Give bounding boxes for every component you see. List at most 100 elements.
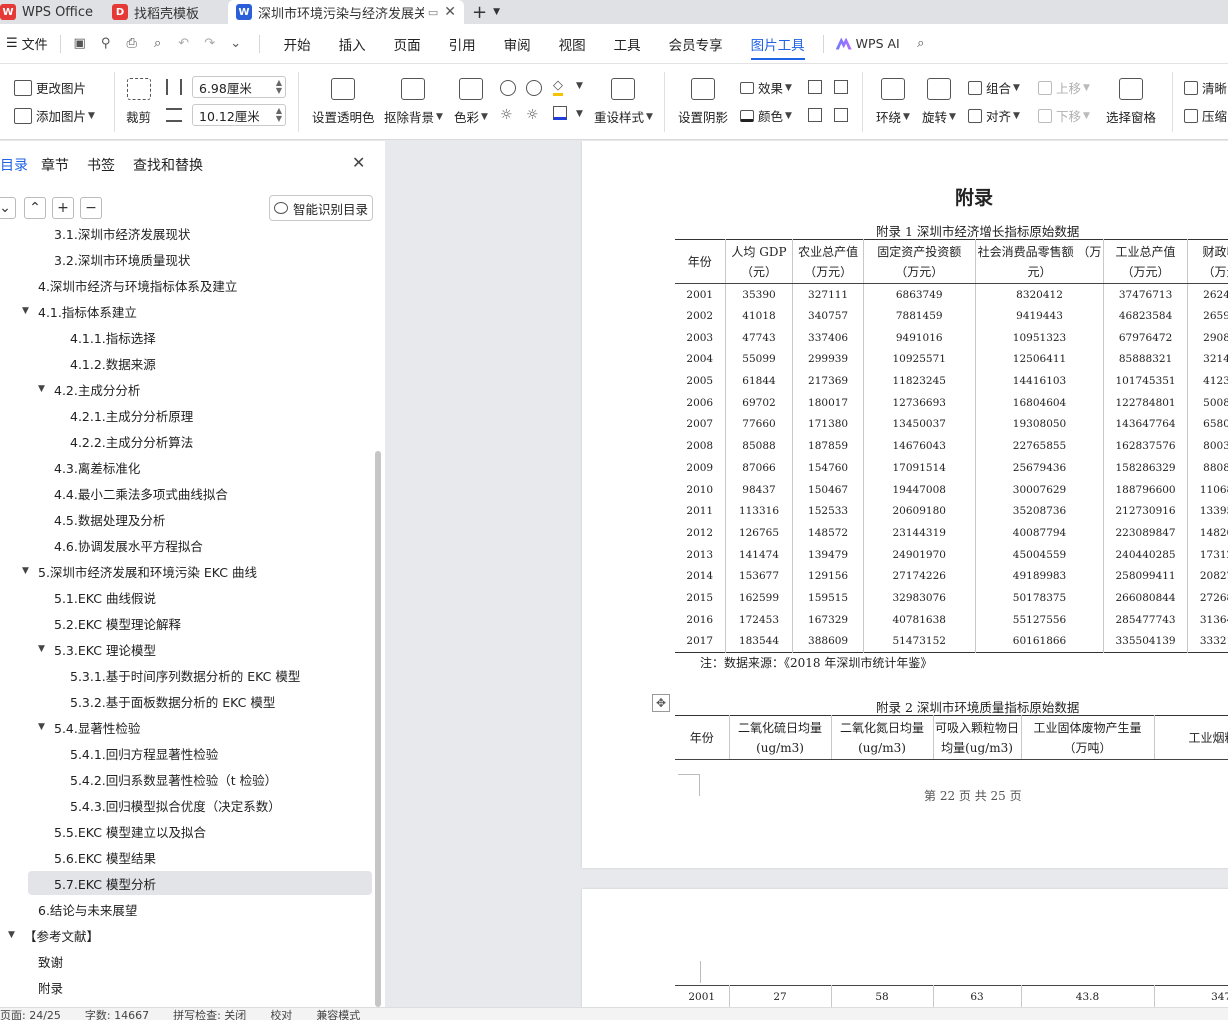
toc-item[interactable]: 4.2.2.主成分分析算法 — [0, 429, 372, 453]
toc-item[interactable]: 5.5.EKC 模型建立以及拟合 — [0, 819, 372, 843]
toc-item[interactable]: 5.6.EKC 模型结果 — [0, 845, 372, 869]
document-page[interactable]: 附录 附录 1 深圳市经济增长指标原始数据 年份 人均 GDP （元） 农业总产值 … — [582, 141, 1228, 868]
toc-item[interactable]: 3.2.深圳市环境质量现状 — [0, 247, 372, 271]
toc-item[interactable]: 4.2.1.主成分分析原理 — [0, 403, 372, 427]
tab-docer-templates[interactable]: D 找稻壳模板 — [104, 0, 228, 24]
toc-item[interactable]: ▼ 【参考文献】 — [0, 923, 372, 947]
width-input[interactable]: 6.98厘米 ▲ ▼ — [192, 76, 286, 98]
reset-style-button[interactable]: 重设样式 ▼ — [594, 78, 653, 126]
sun-dim-icon[interactable]: ☼ — [526, 107, 539, 123]
spinner-icon[interactable]: ▲ ▼ — [276, 79, 282, 95]
tab-view[interactable]: 视图 — [545, 24, 600, 64]
document-page-next[interactable]: 200127586343.83477 — [582, 889, 1228, 1007]
tab-member[interactable]: 会员专享 — [655, 24, 737, 64]
add-entry-button[interactable]: + — [52, 197, 74, 219]
chevron-down-icon[interactable]: ▼ — [576, 109, 583, 119]
toc-item[interactable]: 4.1.2.数据来源 — [0, 351, 372, 375]
toc-item[interactable]: 5.1.EKC 曲线假说 — [0, 585, 372, 609]
spell-check-status[interactable]: 拼写检查: 关闭 — [173, 1008, 246, 1020]
toc-item[interactable]: 5.2.EKC 模型理论解释 — [0, 611, 372, 635]
toc-item[interactable]: 4.4.最小二乘法多项式曲线拟合 — [0, 481, 372, 505]
crop-button[interactable]: 裁剪 — [126, 78, 151, 126]
chevron-down-icon[interactable]: ▼ — [493, 7, 500, 17]
toc-item[interactable]: 6.结论与未来展望 — [0, 897, 372, 921]
redo-icon[interactable]: ↷ — [199, 33, 221, 55]
tab-find-replace[interactable]: 查找和替换 — [133, 155, 203, 175]
environment-data-table[interactable]: 年份 二氧化硫日均量 (ug/m3) 二氧化氮日均量 (ug/m3) 可吸入颗粒物日均… — [675, 715, 1228, 760]
page-indicator[interactable]: 页面: 24/25 — [0, 1008, 61, 1020]
screen-icon[interactable]: ▭ — [428, 6, 438, 19]
toc-item[interactable]: 4.3.离差标准化 — [0, 455, 372, 479]
tab-review[interactable]: 审阅 — [490, 24, 545, 64]
toc-item[interactable]: 4.5.数据处理及分析 — [0, 507, 372, 531]
smart-toc-button[interactable]: 智能识别目录 — [269, 195, 373, 221]
set-transparent-button[interactable]: 设置透明色 — [312, 78, 375, 126]
toc-item[interactable]: 5.3.1.基于时间序列数据分析的 EKC 模型 — [0, 663, 372, 687]
wps-ai-button[interactable]: WPS AI — [828, 36, 908, 51]
file-menu[interactable]: ☰ 文件 — [0, 34, 54, 53]
expand-arrow-icon[interactable]: ▼ — [8, 930, 15, 940]
search-icon[interactable]: ⌕ — [910, 33, 932, 55]
toc-item[interactable]: 4.6.协调发展水平方程拟合 — [0, 533, 372, 557]
toc-item[interactable]: ▼ 4.1.指标体系建立 — [0, 299, 372, 323]
move-up-button[interactable]: ⌃ — [24, 197, 46, 219]
tab-insert[interactable]: 插入 — [325, 24, 380, 64]
document-canvas[interactable]: 附录 附录 1 深圳市经济增长指标原始数据 年份 人均 GDP （元） 农业总产值 … — [386, 141, 1228, 1007]
shadow-up-icon[interactable] — [808, 108, 822, 122]
change-image-button[interactable]: 更改图片 — [14, 78, 86, 97]
clear-button[interactable]: 清晰 — [1184, 78, 1227, 97]
move-down-button[interactable]: 下移 ▼ — [1038, 106, 1090, 125]
chevron-down-icon[interactable]: ▼ — [576, 81, 583, 91]
new-tab-button[interactable]: + ▼ — [464, 0, 508, 24]
economic-data-table[interactable]: 年份 人均 GDP （元） 农业总产值 （万元） 固定资产投资额 （万元） 社会消费品零… — [675, 239, 1228, 653]
align-button[interactable]: 对齐 ▼ — [968, 106, 1020, 125]
effects-button[interactable]: 效果 ▼ — [740, 78, 792, 97]
proofread-button[interactable]: 校对 — [270, 1008, 292, 1020]
share-icon[interactable]: ⚲ — [95, 33, 117, 55]
tab-current-document[interactable]: W 深圳市环境污染与经济发展关 ▭ ✕ — [228, 0, 464, 24]
toc-item[interactable]: ▼ 4.2.主成分分析 — [0, 377, 372, 401]
toc-item[interactable]: ▼ 5.3.EKC 理论模型 — [0, 637, 372, 661]
tab-toc[interactable]: 目录 — [0, 155, 28, 175]
border-color-icon[interactable] — [553, 106, 567, 120]
word-count[interactable]: 字数: 14667 — [85, 1008, 149, 1020]
expand-arrow-icon[interactable]: ▼ — [38, 384, 45, 394]
tab-bookmarks[interactable]: 书签 — [87, 155, 115, 175]
toc-scrollbar[interactable] — [375, 451, 381, 1007]
contrast-up-icon[interactable] — [500, 80, 516, 96]
close-icon[interactable]: ✕ — [444, 4, 456, 20]
expand-arrow-icon[interactable]: ▼ — [22, 566, 29, 576]
compress-button[interactable]: 压缩 — [1184, 106, 1227, 125]
toc-item[interactable]: 5.4.1.回归方程显著性检验 — [0, 741, 372, 765]
fill-color-button[interactable]: 颜色 ▼ — [740, 106, 792, 125]
toc-item[interactable]: 5.4.2.回归系数显著性检验（t 检验） — [0, 767, 372, 791]
tab-tools[interactable]: 工具 — [600, 24, 655, 64]
sun-icon[interactable]: ☼ — [500, 107, 513, 123]
set-shadow-button[interactable]: 设置阴影 — [678, 78, 728, 126]
fill-bucket-icon[interactable]: ◇ — [553, 78, 563, 96]
shadow-down-icon[interactable] — [834, 80, 848, 94]
toc-item[interactable]: 附录 — [0, 975, 372, 999]
expand-arrow-icon[interactable]: ▼ — [38, 722, 45, 732]
tab-page[interactable]: 页面 — [380, 24, 435, 64]
wrap-button[interactable]: 环绕 ▼ — [876, 78, 910, 126]
toc-item[interactable]: 4.1.1.指标选择 — [0, 325, 372, 349]
tab-picture-tools[interactable]: 图片工具 — [737, 24, 819, 64]
toc-item[interactable]: 3.1.深圳市经济发展现状 — [0, 227, 372, 245]
undo-icon[interactable]: ↶ — [173, 33, 195, 55]
toc-item[interactable]: 5.3.2.基于面板数据分析的 EKC 模型 — [0, 689, 372, 713]
save-icon[interactable]: ▣ — [69, 33, 91, 55]
toc-item[interactable]: 5.4.3.回归模型拟合优度（决定系数） — [0, 793, 372, 817]
toc-item[interactable]: 致谢 — [0, 949, 372, 973]
rotate-button[interactable]: 旋转 ▼ — [922, 78, 956, 126]
print-preview-icon[interactable]: ⌕ — [147, 33, 169, 55]
shadow-left-icon[interactable] — [808, 80, 822, 94]
group-button[interactable]: 组合 ▼ — [968, 78, 1020, 97]
toc-item[interactable]: 5.7.EKC 模型分析 — [28, 871, 372, 895]
remove-background-button[interactable]: 抠除背景 ▼ — [384, 78, 443, 126]
shadow-right-icon[interactable] — [834, 108, 848, 122]
height-input[interactable]: 10.12厘米 ▲ ▼ — [192, 104, 286, 126]
close-icon[interactable]: ✕ — [352, 153, 365, 172]
environment-data-table-cont[interactable]: 200127586343.83477 — [675, 985, 1228, 1007]
select-pane-button[interactable]: 选择窗格 — [1106, 78, 1156, 126]
